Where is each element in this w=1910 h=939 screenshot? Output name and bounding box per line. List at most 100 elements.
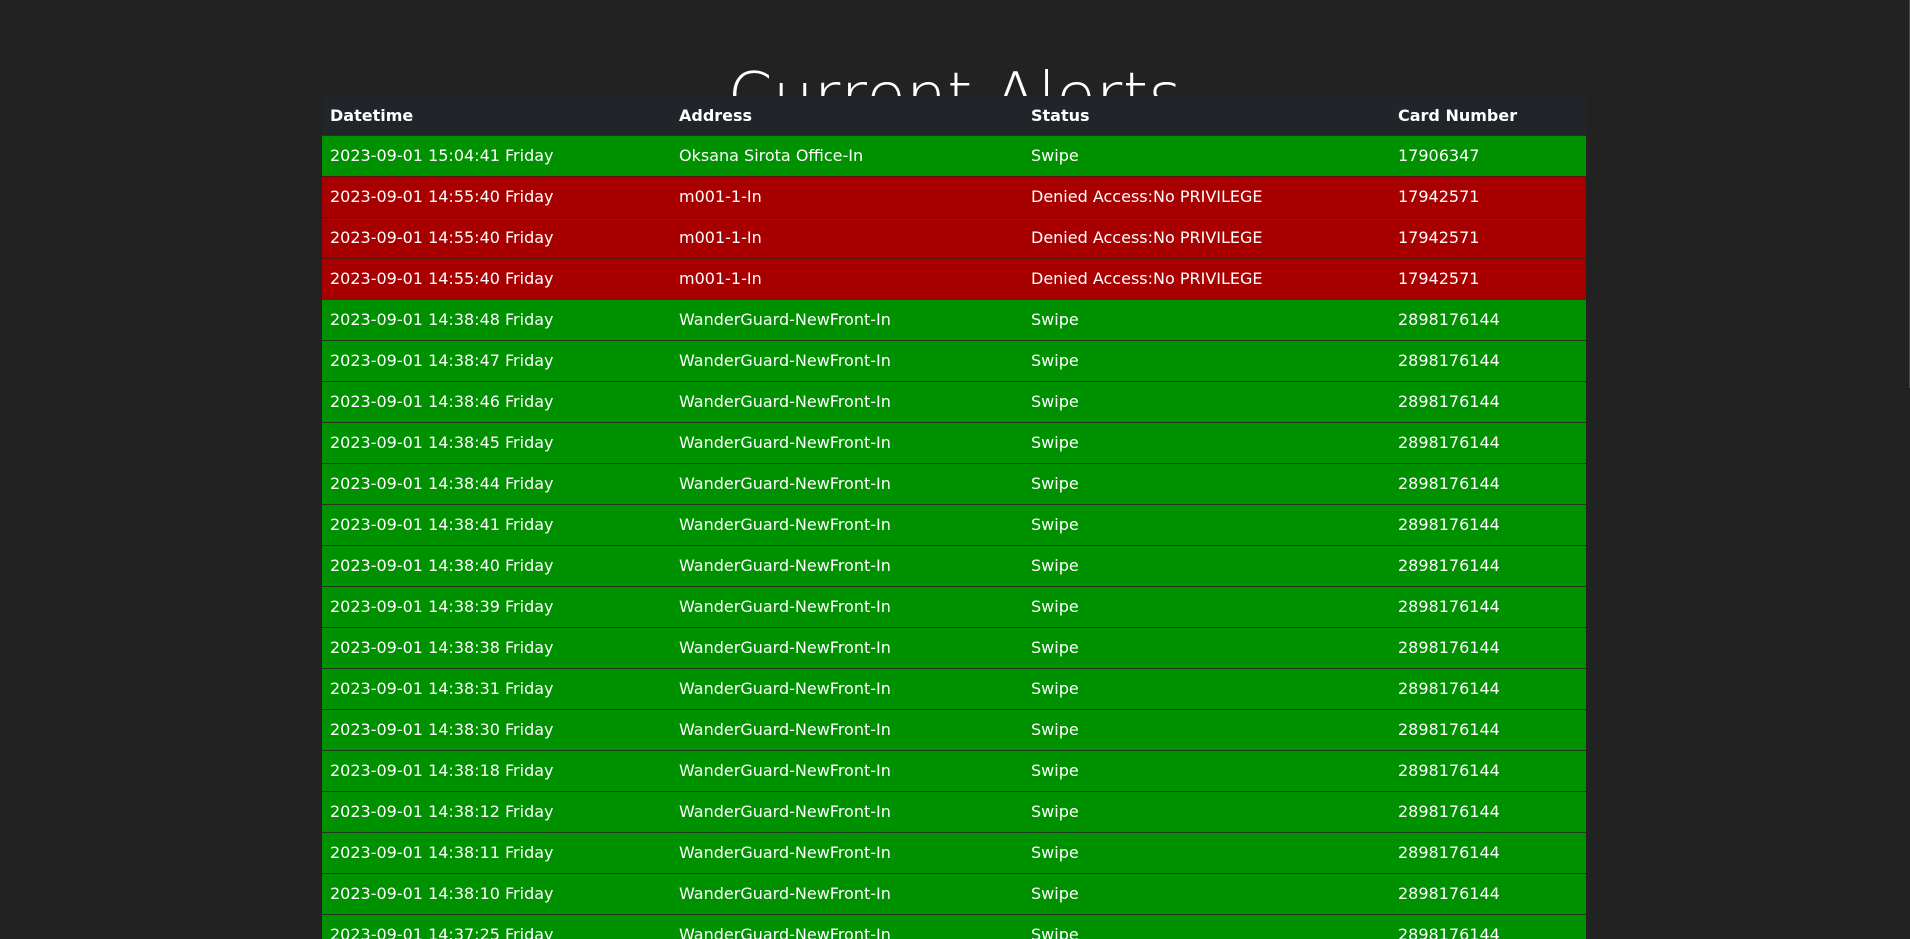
table-row[interactable]: 2023-09-01 14:55:40 Friday m001-1-In Denie… xyxy=(322,257,1586,299)
address-cell: m001-1-In xyxy=(671,257,1023,299)
datetime-cell: 2023-09-01 14:38:40 Friday xyxy=(322,544,671,586)
address-cell: WanderGuard-NewFront-In xyxy=(671,421,1023,463)
datetime-cell: 2023-09-01 14:37:25 Friday xyxy=(322,913,671,939)
status-cell: Swipe xyxy=(1023,339,1390,381)
datetime-cell: 2023-09-01 14:38:39 Friday xyxy=(322,585,671,627)
column-header-card-number[interactable]: Card Number xyxy=(1390,96,1586,135)
datetime-cell: 2023-09-01 14:38:47 Friday xyxy=(322,339,671,381)
status-cell: Swipe xyxy=(1023,462,1390,504)
address-cell: WanderGuard-NewFront-In xyxy=(671,667,1023,709)
address-cell: WanderGuard-NewFront-In xyxy=(671,626,1023,668)
status-cell: Denied Access:No PRIVILEGE xyxy=(1023,257,1390,299)
address-cell: m001-1-In xyxy=(671,216,1023,258)
status-cell: Denied Access:No PRIVILEGE xyxy=(1023,216,1390,258)
table-row[interactable]: 2023-09-01 14:38:30 Friday WanderGuard-Ne… xyxy=(322,708,1586,750)
card-number-cell: 2898176144 xyxy=(1390,503,1586,545)
table-row[interactable]: 2023-09-01 14:38:47 Friday WanderGuard-Ne… xyxy=(322,339,1586,381)
card-number-cell: 2898176144 xyxy=(1390,667,1586,709)
status-cell: Swipe xyxy=(1023,544,1390,586)
address-cell: WanderGuard-NewFront-In xyxy=(671,585,1023,627)
address-cell: WanderGuard-NewFront-In xyxy=(671,749,1023,791)
table-row[interactable]: 2023-09-01 14:38:18 Friday WanderGuard-Ne… xyxy=(322,749,1586,791)
card-number-cell: 17942571 xyxy=(1390,216,1586,258)
table-row[interactable]: 2023-09-01 14:38:31 Friday WanderGuard-Ne… xyxy=(322,667,1586,709)
datetime-cell: 2023-09-01 14:38:18 Friday xyxy=(322,749,671,791)
address-cell: WanderGuard-NewFront-In xyxy=(671,339,1023,381)
address-cell: WanderGuard-NewFront-In xyxy=(671,380,1023,422)
status-cell: Swipe xyxy=(1023,708,1390,750)
status-cell: Swipe xyxy=(1023,831,1390,873)
table-row[interactable]: 2023-09-01 14:37:25 Friday WanderGuard-Ne… xyxy=(322,913,1586,939)
status-cell: Swipe xyxy=(1023,298,1390,340)
datetime-cell: 2023-09-01 14:38:11 Friday xyxy=(322,831,671,873)
datetime-cell: 2023-09-01 14:55:40 Friday xyxy=(322,216,671,258)
table-body: 2023-09-01 15:04:41 Friday Oksana Sirota … xyxy=(322,134,1586,939)
status-cell: Swipe xyxy=(1023,913,1390,939)
column-header-datetime[interactable]: Datetime xyxy=(322,96,671,135)
status-cell: Swipe xyxy=(1023,667,1390,709)
table-row[interactable]: 2023-09-01 14:38:39 Friday WanderGuard-Ne… xyxy=(322,585,1586,627)
column-header-address[interactable]: Address xyxy=(671,96,1023,135)
table-row[interactable]: 2023-09-01 14:38:10 Friday WanderGuard-Ne… xyxy=(322,872,1586,914)
table-row[interactable]: 2023-09-01 14:38:12 Friday WanderGuard-Ne… xyxy=(322,790,1586,832)
table-row[interactable]: 2023-09-01 14:38:44 Friday WanderGuard-Ne… xyxy=(322,462,1586,504)
table-row[interactable]: 2023-09-01 14:38:41 Friday WanderGuard-Ne… xyxy=(322,503,1586,545)
address-cell: WanderGuard-NewFront-In xyxy=(671,913,1023,939)
status-cell: Swipe xyxy=(1023,872,1390,914)
card-number-cell: 2898176144 xyxy=(1390,544,1586,586)
table-row[interactable]: 2023-09-01 14:38:48 Friday WanderGuard-Ne… xyxy=(322,298,1586,340)
table-row[interactable]: 2023-09-01 14:38:11 Friday WanderGuard-Ne… xyxy=(322,831,1586,873)
card-number-cell: 2898176144 xyxy=(1390,872,1586,914)
table-row[interactable]: 2023-09-01 14:55:40 Friday m001-1-In Denie… xyxy=(322,216,1586,258)
status-cell: Swipe xyxy=(1023,421,1390,463)
card-number-cell: 2898176144 xyxy=(1390,339,1586,381)
status-cell: Swipe xyxy=(1023,626,1390,668)
datetime-cell: 2023-09-01 14:38:30 Friday xyxy=(322,708,671,750)
table-header: Datetime Address Status Card Number xyxy=(322,96,1586,135)
status-cell: Swipe xyxy=(1023,585,1390,627)
datetime-cell: 2023-09-01 15:04:41 Friday xyxy=(322,134,671,176)
card-number-cell: 2898176144 xyxy=(1390,380,1586,422)
table-row[interactable]: 2023-09-01 15:04:41 Friday Oksana Sirota … xyxy=(322,134,1586,176)
column-header-status[interactable]: Status xyxy=(1023,96,1390,135)
card-number-cell: 2898176144 xyxy=(1390,831,1586,873)
table-row[interactable]: 2023-09-01 14:38:46 Friday WanderGuard-Ne… xyxy=(322,380,1586,422)
address-cell: WanderGuard-NewFront-In xyxy=(671,790,1023,832)
page: Current Alerts Datetime Address Status C… xyxy=(0,0,1910,939)
datetime-cell: 2023-09-01 14:55:40 Friday xyxy=(322,257,671,299)
datetime-cell: 2023-09-01 14:38:46 Friday xyxy=(322,380,671,422)
status-cell: Swipe xyxy=(1023,790,1390,832)
table-row[interactable]: 2023-09-01 14:38:45 Friday WanderGuard-Ne… xyxy=(322,421,1586,463)
datetime-cell: 2023-09-01 14:55:40 Friday xyxy=(322,175,671,217)
datetime-cell: 2023-09-01 14:38:45 Friday xyxy=(322,421,671,463)
datetime-cell: 2023-09-01 14:38:10 Friday xyxy=(322,872,671,914)
address-cell: WanderGuard-NewFront-In xyxy=(671,298,1023,340)
card-number-cell: 2898176144 xyxy=(1390,913,1586,939)
table-row[interactable]: 2023-09-01 14:55:40 Friday m001-1-In Denie… xyxy=(322,175,1586,217)
card-number-cell: 2898176144 xyxy=(1390,749,1586,791)
status-cell: Swipe xyxy=(1023,503,1390,545)
status-cell: Swipe xyxy=(1023,380,1390,422)
table-header-row: Datetime Address Status Card Number xyxy=(322,96,1586,135)
status-cell: Swipe xyxy=(1023,134,1390,176)
card-number-cell: 2898176144 xyxy=(1390,298,1586,340)
address-cell: WanderGuard-NewFront-In xyxy=(671,831,1023,873)
card-number-cell: 2898176144 xyxy=(1390,708,1586,750)
table-row[interactable]: 2023-09-01 14:38:40 Friday WanderGuard-Ne… xyxy=(322,544,1586,586)
card-number-cell: 2898176144 xyxy=(1390,790,1586,832)
datetime-cell: 2023-09-01 14:38:38 Friday xyxy=(322,626,671,668)
table-row[interactable]: 2023-09-01 14:38:38 Friday WanderGuard-Ne… xyxy=(322,626,1586,668)
card-number-cell: 17906347 xyxy=(1390,134,1586,176)
datetime-cell: 2023-09-01 14:38:41 Friday xyxy=(322,503,671,545)
card-number-cell: 2898176144 xyxy=(1390,462,1586,504)
datetime-cell: 2023-09-01 14:38:12 Friday xyxy=(322,790,671,832)
address-cell: m001-1-In xyxy=(671,175,1023,217)
datetime-cell: 2023-09-01 14:38:48 Friday xyxy=(322,298,671,340)
datetime-cell: 2023-09-01 14:38:31 Friday xyxy=(322,667,671,709)
card-number-cell: 2898176144 xyxy=(1390,626,1586,668)
status-cell: Swipe xyxy=(1023,749,1390,791)
address-cell: WanderGuard-NewFront-In xyxy=(671,872,1023,914)
datetime-cell: 2023-09-01 14:38:44 Friday xyxy=(322,462,671,504)
address-cell: WanderGuard-NewFront-In xyxy=(671,503,1023,545)
address-cell: Oksana Sirota Office-In xyxy=(671,134,1023,176)
